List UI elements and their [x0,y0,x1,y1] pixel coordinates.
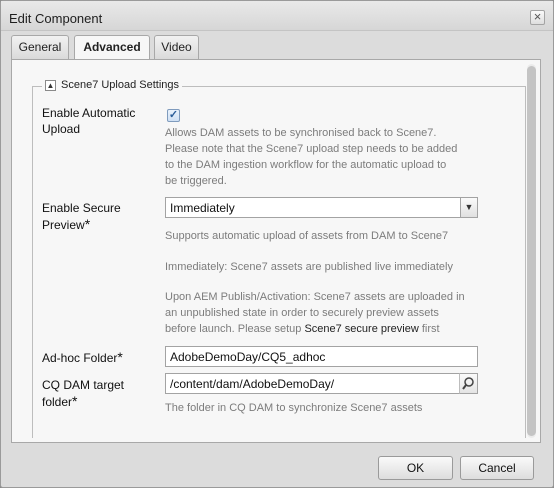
secure-preview-help-1: Supports automatic upload of assets from… [165,230,449,242]
edit-component-dialog: Edit Component × General Advanced Video … [0,0,554,488]
secure-preview-value: Immediately [170,201,235,215]
cancel-button[interactable]: Cancel [460,456,534,480]
secure-preview-help-2: Immediately: Scene7 assets are published… [165,261,453,273]
tab-video[interactable]: Video [154,35,199,59]
close-button[interactable]: × [530,10,545,25]
title-bar[interactable]: Edit Component × [1,1,553,31]
required-mark: * [117,349,123,365]
dropdown-arrow-icon[interactable]: ▼ [460,198,477,217]
fieldset-legend: ▲ Scene7 Upload Settings [42,79,183,91]
adhoc-folder-input[interactable]: AdobeDemoDay/CQ5_adhoc [165,346,478,367]
dam-target-help: The folder in CQ DAM to synchronize Scen… [165,402,423,414]
adhoc-folder-label: Ad-hoc Folder* [42,349,123,365]
auto-upload-help: Allows DAM assets to be synchronised bac… [165,127,458,187]
required-mark: * [84,216,91,232]
advanced-panel: ▲ Scene7 Upload Settings Enable Automati… [11,59,541,443]
required-mark: * [72,393,78,409]
enable-automatic-upload-checkbox[interactable]: ✓ [167,109,180,122]
dam-target-label: CQ DAM target folder* [42,378,125,409]
vertical-scrollbar[interactable] [527,64,536,438]
search-icon[interactable] [459,373,478,394]
tab-advanced[interactable]: Advanced [74,35,150,60]
collapse-icon[interactable]: ▲ [45,79,56,91]
auto-upload-label: Enable Automatic Upload [42,106,136,136]
dialog-title: Edit Component [9,11,103,26]
fieldset-title: Scene7 Upload Settings [61,79,180,91]
secure-preview-link[interactable]: Scene7 secure preview [304,323,418,335]
secure-preview-help-3: Upon AEM Publish/Activation: Scene7 asse… [165,291,465,335]
secure-preview-select[interactable]: Immediately ▼ [165,197,478,218]
secure-preview-label: Enable Secure Preview* [42,201,121,232]
scrollbar-thumb[interactable] [527,66,536,436]
ok-button[interactable]: OK [378,456,453,480]
tab-general[interactable]: General [11,35,69,59]
dam-target-input[interactable]: /content/dam/AdobeDemoDay/ [165,373,460,394]
